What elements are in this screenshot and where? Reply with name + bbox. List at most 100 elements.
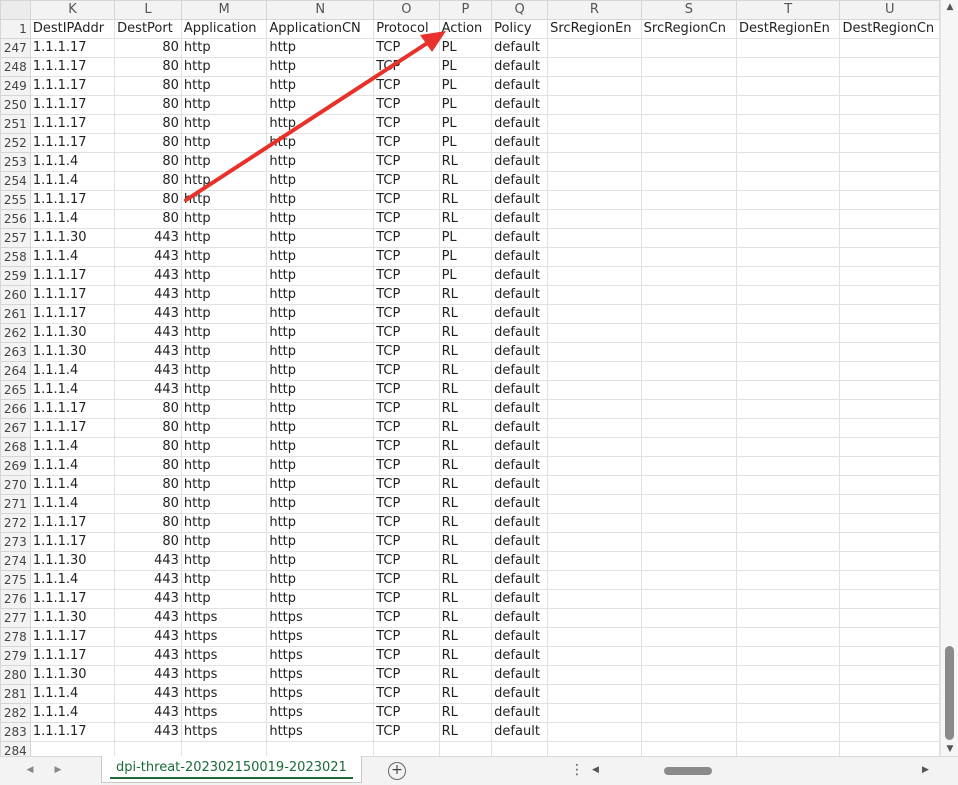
cell-appcn[interactable]: http <box>266 513 375 533</box>
cell-app[interactable]: http <box>180 342 268 362</box>
cell-ip[interactable]: 1.1.1.17 <box>29 133 116 153</box>
empty-cell[interactable] <box>640 551 738 571</box>
row-number[interactable]: 271 <box>0 494 31 514</box>
empty-cell[interactable] <box>736 38 841 58</box>
empty-cell[interactable] <box>547 380 642 400</box>
cell-policy[interactable]: default <box>491 247 549 267</box>
cell-proto[interactable]: TCP <box>373 304 440 324</box>
cell-app[interactable]: http <box>180 437 268 457</box>
cell-action[interactable]: RL <box>438 285 493 305</box>
cell-app[interactable]: http <box>180 38 268 58</box>
cell-appcn[interactable]: https <box>266 627 375 647</box>
cell-port[interactable]: 443 <box>114 323 182 343</box>
empty-cell[interactable] <box>640 342 738 362</box>
empty-cell[interactable] <box>640 133 738 153</box>
cell-port[interactable]: 443 <box>114 228 182 248</box>
cell-app[interactable]: http <box>180 209 268 229</box>
cell-action[interactable]: RL <box>438 551 493 571</box>
empty-cell[interactable] <box>640 684 738 704</box>
row-number[interactable]: 268 <box>0 437 31 457</box>
cell-appcn[interactable]: http <box>266 323 375 343</box>
cell-action[interactable]: PL <box>438 38 493 58</box>
cell-port[interactable]: 80 <box>114 494 182 514</box>
cell-port[interactable]: 80 <box>114 532 182 552</box>
cell-policy[interactable]: default <box>491 190 549 210</box>
cell-ip[interactable]: 1.1.1.30 <box>29 551 116 571</box>
empty-cell[interactable] <box>839 513 940 533</box>
cell-policy[interactable]: default <box>491 646 549 666</box>
cell-appcn[interactable]: https <box>266 722 375 742</box>
row-number[interactable]: 274 <box>0 551 31 571</box>
empty-cell[interactable] <box>547 418 642 438</box>
empty-cell[interactable] <box>736 570 841 590</box>
empty-cell[interactable] <box>640 741 738 756</box>
empty-cell[interactable] <box>640 475 738 495</box>
cell-action[interactable]: RL <box>438 684 493 704</box>
cell-app[interactable]: http <box>180 133 268 153</box>
empty-cell[interactable] <box>839 304 940 324</box>
row-number[interactable]: 261 <box>0 304 31 324</box>
row-number[interactable]: 270 <box>0 475 31 495</box>
cell-app[interactable]: http <box>180 76 268 96</box>
empty-cell[interactable] <box>547 608 642 628</box>
empty-cell[interactable] <box>547 266 642 286</box>
row-number[interactable]: 275 <box>0 570 31 590</box>
cell-port[interactable]: 80 <box>114 76 182 96</box>
cell-action[interactable]: RL <box>438 570 493 590</box>
empty-cell[interactable] <box>547 627 642 647</box>
empty-cell[interactable] <box>839 209 940 229</box>
scroll-up-icon[interactable]: ▲ <box>941 0 958 14</box>
empty-cell[interactable] <box>839 342 940 362</box>
cell-proto[interactable]: TCP <box>373 228 440 248</box>
cell-policy[interactable]: default <box>491 722 549 742</box>
cell-action[interactable]: RL <box>438 722 493 742</box>
column-header-cell[interactable]: DestIPAddr <box>29 19 116 39</box>
row-number[interactable]: 259 <box>0 266 31 286</box>
empty-cell[interactable] <box>640 532 738 552</box>
empty-cell[interactable] <box>736 551 841 571</box>
cell-app[interactable]: http <box>180 589 268 609</box>
cell-app[interactable]: https <box>180 665 268 685</box>
row-number[interactable]: 282 <box>0 703 31 723</box>
row-number[interactable]: 253 <box>0 152 31 172</box>
cell-action[interactable]: RL <box>438 589 493 609</box>
cell-app[interactable]: http <box>180 418 268 438</box>
empty-cell[interactable] <box>547 304 642 324</box>
cell-action[interactable]: RL <box>438 532 493 552</box>
cell-app[interactable]: http <box>180 532 268 552</box>
cell-port[interactable]: 443 <box>114 589 182 609</box>
cell-appcn[interactable]: https <box>266 703 375 723</box>
cell-policy[interactable]: default <box>491 285 549 305</box>
empty-cell[interactable] <box>547 133 642 153</box>
empty-cell[interactable] <box>736 266 841 286</box>
cell-policy[interactable]: default <box>491 266 549 286</box>
cell-ip[interactable] <box>29 741 116 756</box>
cell-action[interactable]: PL <box>438 57 493 77</box>
cell-policy[interactable]: default <box>491 399 549 419</box>
cell-port[interactable]: 80 <box>114 38 182 58</box>
empty-cell[interactable] <box>640 570 738 590</box>
cell-port[interactable]: 443 <box>114 665 182 685</box>
cell-port[interactable]: 443 <box>114 304 182 324</box>
empty-cell[interactable] <box>547 570 642 590</box>
cell-app[interactable]: http <box>180 95 268 115</box>
cell-app[interactable]: http <box>180 171 268 191</box>
empty-cell[interactable] <box>736 399 841 419</box>
cell-port[interactable]: 80 <box>114 57 182 77</box>
empty-cell[interactable] <box>640 285 738 305</box>
cell-port[interactable]: 443 <box>114 722 182 742</box>
empty-cell[interactable] <box>547 399 642 419</box>
cell-ip[interactable]: 1.1.1.17 <box>29 57 116 77</box>
cell-proto[interactable]: TCP <box>373 361 440 381</box>
cell-ip[interactable]: 1.1.1.30 <box>29 608 116 628</box>
cell-app[interactable]: https <box>180 627 268 647</box>
row-number[interactable]: 277 <box>0 608 31 628</box>
cell-appcn[interactable]: http <box>266 95 375 115</box>
cell-action[interactable]: RL <box>438 494 493 514</box>
cell-app[interactable]: http <box>180 475 268 495</box>
empty-cell[interactable] <box>839 532 940 552</box>
empty-cell[interactable] <box>839 646 940 666</box>
row-number[interactable]: 257 <box>0 228 31 248</box>
cell-ip[interactable]: 1.1.1.4 <box>29 209 116 229</box>
cell-proto[interactable]: TCP <box>373 608 440 628</box>
